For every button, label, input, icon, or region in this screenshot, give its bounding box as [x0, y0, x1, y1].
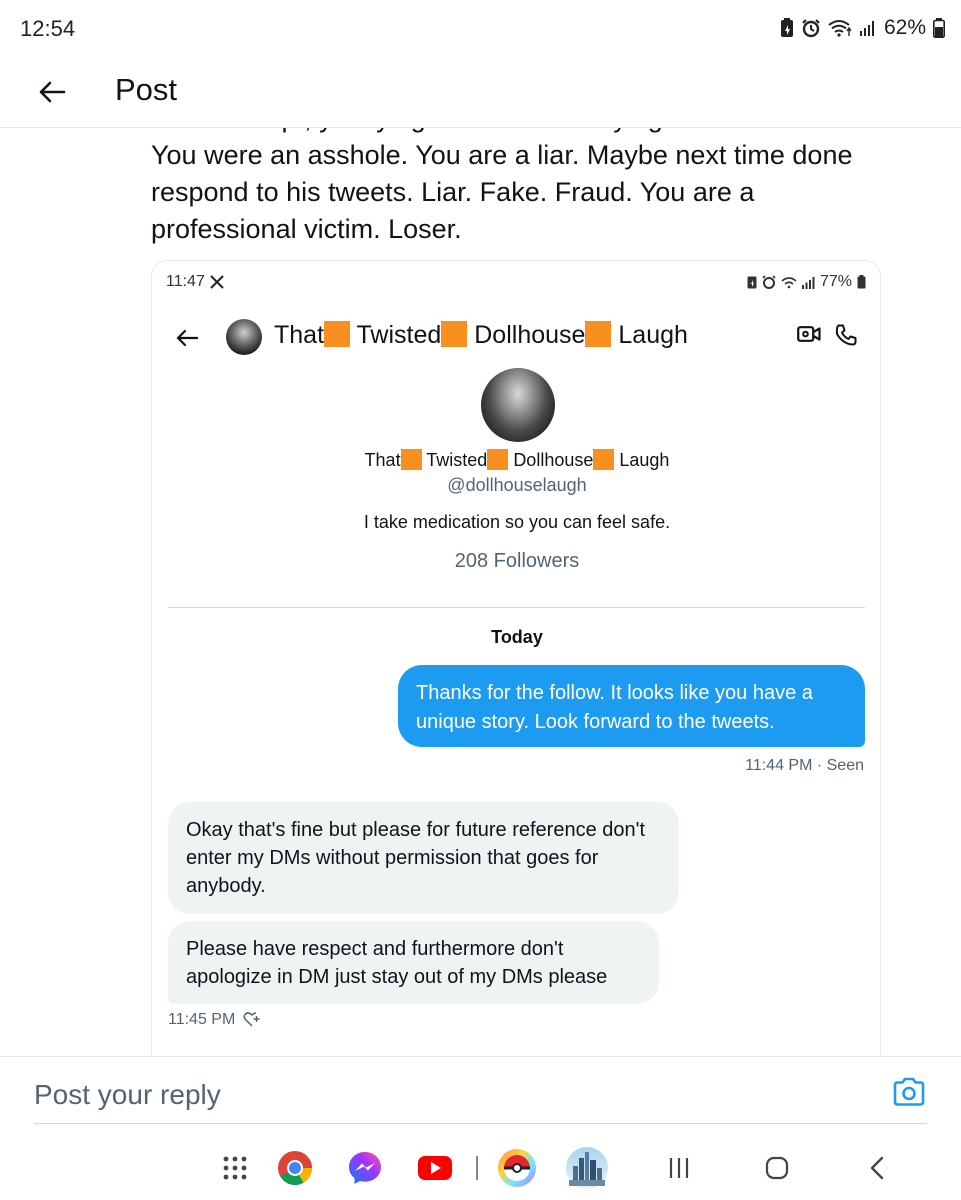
video-call-button[interactable]	[797, 325, 821, 348]
profile-name-part: That	[364, 450, 401, 470]
profile-name-part: Dollhouse	[513, 450, 594, 470]
embed-battery-icon	[857, 275, 866, 289]
signal-icon	[859, 19, 877, 37]
city-app-icon	[566, 1147, 608, 1189]
message-bubble-outgoing[interactable]: Thanks for the follow. It looks like you…	[398, 665, 865, 747]
dm-name-part: Laugh	[618, 321, 688, 349]
system-back-button[interactable]	[855, 1146, 899, 1190]
camera-button[interactable]	[892, 1077, 926, 1112]
dm-name-part: Twisted	[356, 321, 442, 349]
voice-call-button[interactable]	[834, 323, 858, 352]
add-reaction-icon[interactable]	[243, 1012, 261, 1028]
profile-name: That Twisted Dollhouse Laugh	[152, 449, 880, 471]
home-button[interactable]	[755, 1146, 799, 1190]
pokemon-go-icon	[498, 1149, 536, 1187]
profile-handle[interactable]: @dollhouselaugh	[152, 475, 880, 496]
status-icons: 62%	[780, 16, 945, 40]
orange-square-emoji	[400, 449, 422, 471]
embedded-screenshot[interactable]: 11:47 77% That Twisted Dollhouse Laugh T…	[151, 260, 881, 1056]
profile-avatar[interactable]	[481, 368, 555, 442]
back-button[interactable]	[30, 70, 74, 114]
embed-status-right: 77%	[747, 273, 866, 291]
embed-battery-saver-icon	[747, 276, 757, 289]
message-timestamp: 11:45 PM	[168, 1011, 261, 1029]
reply-bar	[0, 1056, 961, 1136]
message-bubble-incoming[interactable]: Please have respect and furthermore don'…	[168, 921, 659, 1004]
page-title: Post	[115, 72, 178, 107]
recents-icon	[669, 1158, 689, 1178]
dm-avatar-small[interactable]	[226, 319, 262, 355]
embed-battery-percent: 77%	[819, 273, 852, 290]
chrome-icon	[278, 1151, 312, 1185]
system-status-bar: 12:54 62%	[0, 0, 961, 56]
dm-name-part: Dollhouse	[474, 321, 586, 349]
pokemon-go-app-button[interactable]	[495, 1146, 539, 1190]
messenger-app-button[interactable]	[343, 1146, 387, 1190]
embed-alarm-icon	[762, 275, 776, 289]
dm-header: That Twisted Dollhouse Laugh	[152, 315, 880, 361]
orange-square-emoji	[585, 321, 612, 348]
alarm-icon	[801, 18, 821, 38]
profile-name-part: Twisted	[426, 450, 488, 470]
nav-separator	[476, 1156, 478, 1180]
post-content: is the receipt, you lying cunt. He was t…	[0, 128, 961, 1056]
message-bubble-incoming[interactable]: Okay that's fine but please for future r…	[168, 802, 679, 914]
battery-saver-icon	[780, 18, 794, 38]
profile-followers[interactable]: 208 Followers	[152, 550, 880, 573]
dm-back-button[interactable]	[172, 323, 202, 353]
profile-divider	[168, 607, 865, 608]
message-status: 11:44 PM · Seen	[745, 757, 864, 774]
orange-square-emoji	[441, 321, 468, 348]
orange-square-emoji	[324, 321, 351, 348]
orange-square-emoji	[487, 449, 509, 471]
youtube-icon	[418, 1156, 452, 1180]
embed-status-left: 11:47	[166, 273, 224, 291]
video-camera-icon	[797, 326, 821, 342]
reply-underline	[34, 1123, 927, 1124]
dm-name-part: That	[274, 321, 325, 349]
orange-square-emoji	[593, 449, 615, 471]
home-icon	[765, 1156, 789, 1180]
post-header: Post	[0, 56, 961, 128]
recents-button[interactable]	[657, 1146, 701, 1190]
reply-input[interactable]	[34, 1075, 854, 1115]
profile-name-part: Laugh	[619, 450, 670, 470]
post-text: is the receipt, you lying cunt. He was t…	[151, 128, 871, 244]
embed-wifi-icon	[781, 276, 797, 288]
dm-arrow-left-icon	[176, 329, 198, 347]
embed-status-time: 11:47	[166, 273, 205, 290]
battery-icon	[933, 18, 945, 38]
status-time: 12:54	[20, 16, 76, 41]
messenger-icon	[349, 1152, 381, 1184]
back-icon	[870, 1156, 884, 1180]
youtube-app-button[interactable]	[413, 1146, 457, 1190]
incoming-time: 11:45 PM	[168, 1011, 236, 1028]
phone-icon	[835, 324, 857, 346]
app-drawer-icon	[223, 1156, 247, 1180]
system-navigation-bar	[0, 1136, 961, 1200]
app-drawer-button[interactable]	[213, 1146, 257, 1190]
chrome-app-button[interactable]	[273, 1146, 317, 1190]
profile-bio: I take medication so you can feel safe.	[363, 512, 671, 532]
city-app-button[interactable]	[565, 1146, 609, 1190]
battery-percent: 62%	[883, 16, 926, 39]
wifi-icon	[828, 19, 852, 37]
embed-signal-icon	[801, 276, 815, 289]
camera-icon	[893, 1077, 925, 1106]
date-separator: Today	[491, 627, 543, 647]
dm-contact-name: That Twisted Dollhouse Laugh	[274, 321, 688, 350]
arrow-left-icon	[39, 81, 66, 103]
x-logo-icon	[210, 275, 224, 289]
